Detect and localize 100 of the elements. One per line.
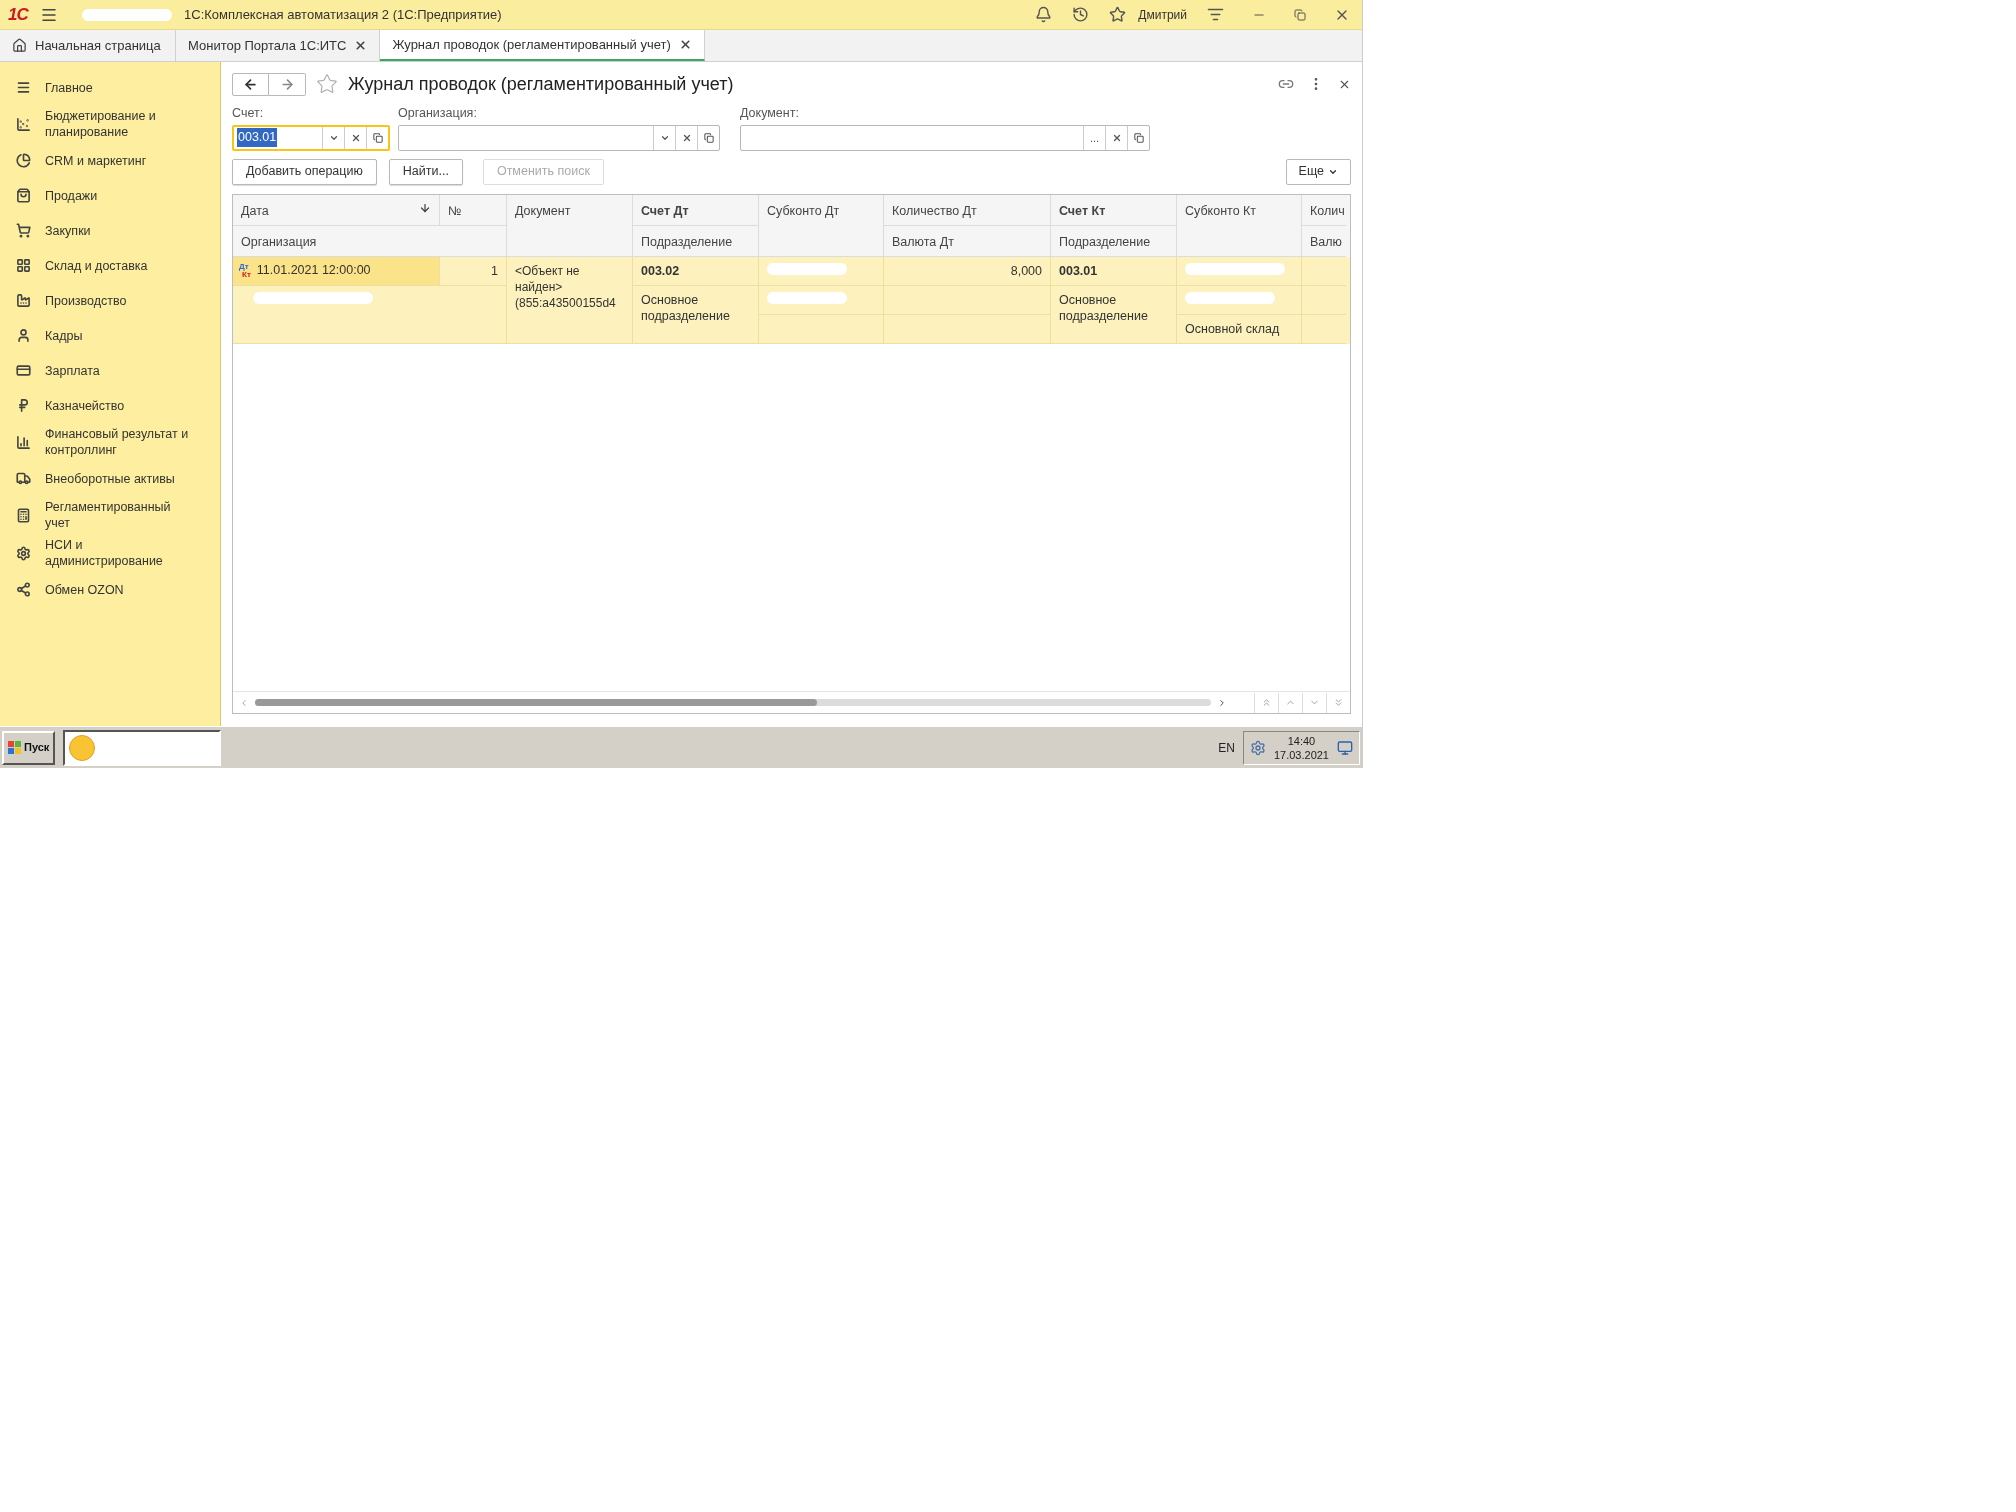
ruble-icon (16, 398, 31, 413)
first-row-icon (1261, 697, 1272, 708)
action-button[interactable]: Добавить операцию (232, 158, 377, 185)
column-header[interactable]: Организация (233, 225, 507, 257)
app-logo: 1С (8, 3, 29, 26)
scrollbar-thumb[interactable] (255, 699, 817, 706)
notification-icon[interactable] (1035, 6, 1053, 23)
table-cell-text: 11.01.2021 12:00:00 (256, 262, 371, 280)
open-icon[interactable] (703, 132, 714, 143)
sidebar-item[interactable]: Финансовый результат и контроллинг (0, 423, 220, 461)
sidebar-item[interactable]: Продажи (0, 178, 220, 213)
column-header[interactable]: Валю (1302, 225, 1346, 257)
scroll-right-icon[interactable] (1217, 697, 1227, 708)
sidebar-item[interactable]: Бюджетирование и планирование (0, 105, 220, 143)
grid-icon (16, 258, 31, 273)
restore-icon[interactable] (1294, 8, 1306, 21)
table-cell: 003.02 (633, 256, 759, 286)
clear-icon[interactable] (1111, 132, 1122, 143)
table-cell: 1 (440, 256, 507, 286)
card-icon (16, 363, 31, 378)
sidebar-item[interactable]: Внеоборотные активы (0, 461, 220, 496)
star-icon[interactable] (1109, 6, 1127, 23)
bar-chart-icon (16, 434, 31, 450)
app-icon (69, 734, 96, 761)
menu-icon (16, 80, 31, 95)
network-icon (16, 582, 31, 597)
sidebar-item[interactable]: Зарплата (0, 353, 220, 388)
column-header[interactable]: Количество Дт (884, 194, 1051, 226)
factory-icon (16, 293, 31, 308)
sidebar-item[interactable]: CRM и маркетинг (0, 143, 220, 178)
chart-icon (16, 116, 31, 132)
field-label: Счет: (232, 105, 265, 122)
more-button[interactable]: Еще (1285, 158, 1351, 185)
column-header[interactable]: Колич (1302, 194, 1346, 226)
window-title: 1С:Комплексная автоматизация 2 (1С:Предприятие) (184, 5, 502, 24)
clock-date: 17.03.2021 (1273, 747, 1329, 762)
input-field[interactable]: ... (740, 124, 1150, 151)
star-icon[interactable] (316, 73, 338, 95)
open-icon[interactable] (372, 132, 383, 143)
sidebar-item[interactable]: Казначейство (0, 388, 220, 423)
table-cell: 003.01 (1051, 256, 1177, 286)
column-header[interactable]: Субконто Дт (759, 194, 884, 257)
horizontal-scrollbar[interactable] (255, 699, 1211, 706)
sort-icon (419, 201, 431, 214)
field-label: Организация: (398, 105, 478, 122)
column-header[interactable]: Подразделение (633, 225, 759, 257)
column-header[interactable]: Счет Кт (1051, 194, 1177, 226)
right-arrow-icon (279, 76, 295, 92)
shopping-bag-icon (16, 188, 31, 203)
tray-gear-icon[interactable] (1249, 739, 1266, 756)
tab[interactable]: Журнал проводок (регламентированный учет) (380, 30, 705, 61)
column-header[interactable]: № (440, 194, 507, 226)
input-field[interactable]: 003.01 (232, 124, 390, 151)
page-title: Журнал проводок (регламентированный учет) (348, 72, 734, 96)
taskbar-app-button[interactable] (63, 729, 222, 766)
clock-time: 14:40 (1287, 733, 1316, 748)
sidebar-item[interactable]: Производство (0, 283, 220, 318)
truck-icon (16, 471, 31, 486)
column-header[interactable]: Субконто Кт (1177, 194, 1302, 257)
start-button[interactable]: Пуск (2, 730, 56, 765)
column-header[interactable]: Валюта Дт (884, 225, 1051, 257)
table-cell: Основное подразделение (633, 285, 759, 344)
sidebar-item[interactable]: Кадры (0, 318, 220, 353)
input-field[interactable] (398, 124, 720, 151)
cart-icon (16, 223, 31, 238)
last-row-icon (1333, 697, 1344, 708)
user-name[interactable]: Дмитрий (1138, 5, 1187, 24)
clear-icon[interactable] (350, 132, 361, 143)
sidebar-item[interactable]: Регламентированный учет (0, 496, 220, 534)
table-cell: <Объект не найден> (855:a43500155d4 (507, 256, 633, 344)
language-indicator[interactable]: EN (1218, 738, 1235, 757)
show-desktop-icon[interactable] (1337, 739, 1353, 756)
calculator-icon (16, 507, 31, 523)
close-tab-icon[interactable] (678, 38, 692, 51)
sidebar-item[interactable]: Обмен OZON (0, 572, 220, 607)
home-icon (12, 38, 27, 53)
action-button[interactable]: Найти... (388, 158, 463, 185)
sidebar-item[interactable]: НСИ и администрирование (0, 534, 220, 572)
person-icon (16, 328, 31, 343)
choice-button[interactable]: ... (1083, 125, 1105, 150)
pie-chart-icon (16, 153, 31, 168)
sidebar-item[interactable]: Главное (0, 70, 220, 105)
entry-icon: Дт Кт (239, 262, 251, 279)
windows-flag-icon (8, 740, 22, 755)
field-label: Документ: (740, 105, 800, 122)
sidebar-item[interactable]: Закупки (0, 213, 220, 248)
open-icon[interactable] (1133, 132, 1144, 143)
sidebar-item[interactable]: Склад и доставка (0, 248, 220, 283)
filter-icon[interactable] (1207, 6, 1224, 23)
column-header[interactable]: Счет Дт (633, 194, 759, 226)
column-header[interactable]: Подразделение (1051, 225, 1177, 257)
history-icon[interactable] (1072, 6, 1090, 23)
table-cell: Основной склад (1177, 314, 1302, 344)
table-cell: 8,000 (884, 256, 1051, 286)
settings-icon (16, 545, 31, 561)
column-header[interactable]: Дата (233, 194, 440, 226)
column-header[interactable]: Документ (507, 194, 633, 257)
clear-icon[interactable] (681, 132, 692, 143)
back-button[interactable] (232, 72, 269, 96)
table-cell: Основное подразделение (1051, 285, 1177, 344)
